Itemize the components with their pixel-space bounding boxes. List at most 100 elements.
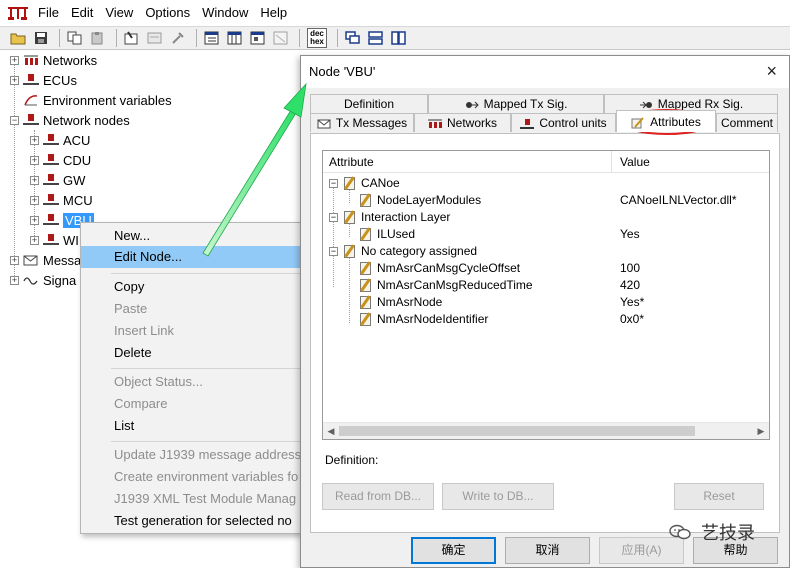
tab-control-units[interactable]: Control units [511, 113, 616, 132]
menu-item-paste[interactable]: Paste [81, 298, 301, 320]
view-grid-icon[interactable] [248, 29, 268, 47]
compare-icon[interactable] [145, 29, 165, 47]
tree-item-messages[interactable]: + Messa [10, 250, 81, 270]
menu-item-compare[interactable]: Compare [81, 393, 301, 415]
tree-item-label: Environment variables [43, 92, 172, 108]
message-envelope-icon [317, 117, 331, 129]
reset-button[interactable]: Reset [674, 483, 764, 510]
collapse-icon[interactable]: − [329, 213, 338, 222]
close-icon[interactable]: × [766, 62, 777, 80]
attribute-row[interactable]: − CANoe [323, 175, 769, 192]
toolbar-separator [196, 29, 197, 47]
menu-item-delete[interactable]: Delete [81, 342, 301, 364]
tab-networks[interactable]: Networks [414, 113, 511, 132]
collapse-icon[interactable]: − [329, 179, 338, 188]
expand-icon[interactable]: + [10, 55, 19, 65]
scroll-right-icon[interactable]: ▶ [754, 425, 768, 437]
tree-item-ecus[interactable]: + ECUs [10, 70, 77, 90]
scroll-left-icon[interactable]: ◀ [324, 425, 338, 437]
attribute-row[interactable]: NmAsrCanMsgReducedTime 420 [323, 277, 769, 294]
cascade-windows-icon[interactable] [343, 29, 363, 47]
collapse-icon[interactable]: − [329, 247, 338, 256]
paste-icon[interactable] [88, 29, 108, 47]
column-header-value[interactable]: Value [614, 151, 650, 173]
tile-horizontal-icon[interactable] [366, 29, 386, 47]
tab-comment[interactable]: Comment [716, 113, 778, 132]
tab-definition[interactable]: Definition [310, 94, 428, 113]
menu-options[interactable]: Options [139, 0, 196, 26]
column-divider[interactable] [611, 151, 612, 173]
attribute-row[interactable]: NmAsrCanMsgCycleOffset 100 [323, 260, 769, 277]
menu-item-insert-link[interactable]: Insert Link [81, 320, 301, 342]
attribute-group-icon [344, 177, 355, 190]
menu-item-copy[interactable]: Copy [81, 276, 301, 298]
read-from-db-button[interactable]: Read from DB... [322, 483, 434, 510]
tab-mapped-tx-sig[interactable]: Mapped Tx Sig. [428, 94, 604, 113]
menu-item-object-status[interactable]: Object Status... [81, 371, 301, 393]
dialog-titlebar[interactable]: Node 'VBU' × [301, 56, 789, 88]
attribute-row[interactable]: NmAsrNode Yes* [323, 294, 769, 311]
menu-item-test-generation[interactable]: Test generation for selected no [81, 510, 301, 532]
menu-help[interactable]: Help [254, 0, 293, 26]
scrollbar-thumb[interactable] [339, 426, 695, 436]
view-columns-icon[interactable] [225, 29, 245, 47]
menu-item-create-env-vars[interactable]: Create environment variables fo [81, 466, 301, 488]
cancel-button[interactable]: 取消 [505, 537, 590, 564]
write-to-db-button[interactable]: Write to DB... [442, 483, 554, 510]
menu-separator [111, 441, 301, 442]
expand-icon[interactable]: + [30, 195, 39, 205]
menu-item-new[interactable]: New... [81, 225, 301, 247]
copy-icon[interactable] [65, 29, 85, 47]
attribute-name: No category assigned [361, 244, 478, 258]
expand-icon[interactable]: + [30, 175, 39, 185]
menu-item-update-j1939[interactable]: Update J1939 message address [81, 444, 301, 466]
node-icon [43, 153, 59, 167]
expand-icon[interactable]: + [10, 275, 19, 285]
tools-icon[interactable] [168, 29, 188, 47]
tab-label: Networks [446, 116, 497, 130]
expand-icon[interactable]: + [10, 75, 19, 85]
horizontal-scrollbar[interactable]: ◀ ▶ [323, 422, 769, 439]
expand-icon[interactable]: + [10, 255, 19, 265]
expand-icon[interactable]: + [30, 235, 39, 245]
tree-item-label: CDU [63, 152, 92, 168]
properties-icon[interactable] [122, 29, 142, 47]
menu-edit[interactable]: Edit [65, 0, 99, 26]
tree-item-networks[interactable]: + Networks [10, 50, 97, 70]
view-disabled-icon[interactable] [271, 29, 291, 47]
menu-item-edit-node[interactable]: Edit Node... [81, 246, 301, 268]
tile-vertical-icon[interactable] [389, 29, 409, 47]
tree-item-mcu[interactable]: + MCU [30, 190, 93, 210]
attribute-value: 0x0* [620, 312, 645, 326]
attribute-row[interactable]: − Interaction Layer [323, 209, 769, 226]
tree-item-gw[interactable]: + GW [30, 170, 85, 190]
dec-hex-toggle[interactable]: dec hex [305, 28, 329, 48]
menu-item-j1939-xml-test[interactable]: J1939 XML Test Module Manag [81, 488, 301, 510]
expand-icon[interactable]: + [30, 155, 39, 165]
attribute-row[interactable]: NodeLayerModules CANoeILNLVector.dll* [323, 192, 769, 209]
tree-item-network-nodes[interactable]: − Network nodes [10, 110, 130, 130]
open-folder-icon[interactable] [8, 29, 28, 47]
definition-label: Definition: [325, 453, 379, 467]
tree-item-signals[interactable]: + Signa [10, 270, 76, 290]
menu-item-list[interactable]: List [81, 415, 301, 437]
expand-icon[interactable]: + [30, 215, 39, 225]
menu-file[interactable]: File [32, 0, 65, 26]
tab-tx-messages[interactable]: Tx Messages [310, 113, 414, 132]
ok-button[interactable]: 确定 [411, 537, 496, 564]
view-list-icon[interactable] [202, 29, 222, 47]
expand-icon[interactable]: + [30, 135, 39, 145]
tree-item-wi[interactable]: + WI [30, 230, 79, 250]
attribute-row[interactable]: NmAsrNodeIdentifier 0x0* [323, 311, 769, 328]
tab-attributes[interactable]: Attributes [616, 110, 716, 132]
attribute-row[interactable]: ILUsed Yes [323, 226, 769, 243]
column-header-attribute[interactable]: Attribute [323, 151, 374, 173]
menu-view[interactable]: View [99, 0, 139, 26]
save-icon[interactable] [31, 29, 51, 47]
collapse-icon[interactable]: − [10, 115, 19, 125]
tree-item-cdu[interactable]: + CDU [30, 150, 91, 170]
attribute-row[interactable]: − No category assigned [323, 243, 769, 260]
tree-item-environment-variables[interactable]: Environment variables [23, 90, 172, 110]
menu-window[interactable]: Window [196, 0, 254, 26]
tree-item-acu[interactable]: + ACU [30, 130, 90, 150]
